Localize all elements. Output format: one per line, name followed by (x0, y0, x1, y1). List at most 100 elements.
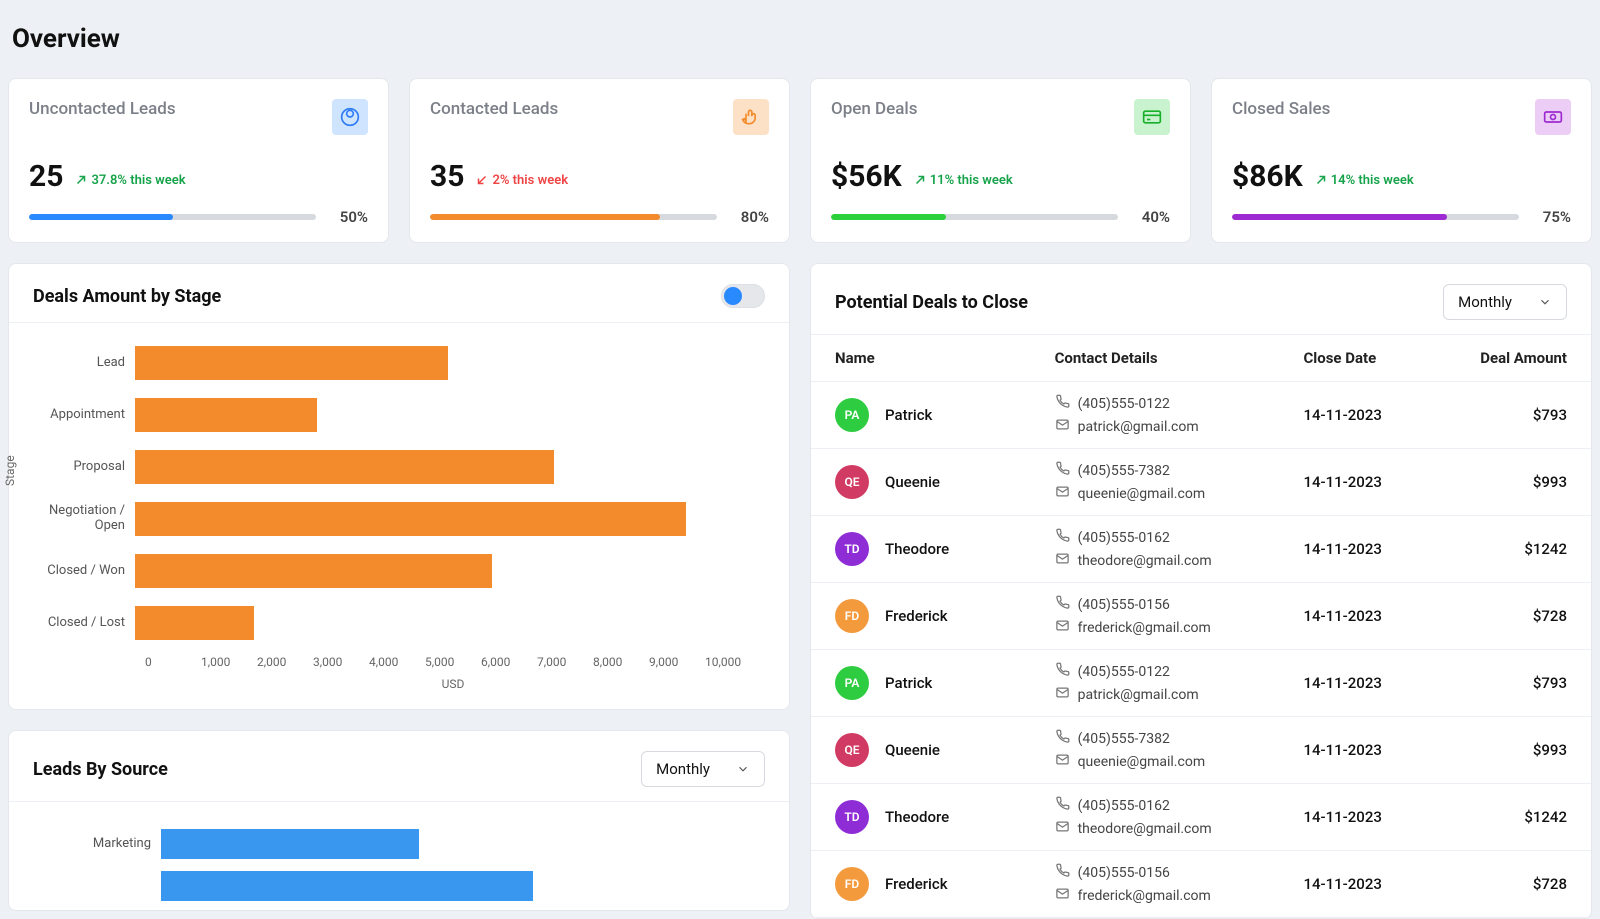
card-icon (1134, 99, 1170, 135)
phone-text: (405)555-7382 (1078, 731, 1170, 747)
close-date: 14-11-2023 (1303, 406, 1435, 424)
metric-card-contacted[interactable]: Contacted Leads 35 2% this week 80% (409, 78, 790, 243)
email-text: patrick@gmail.com (1078, 419, 1199, 435)
x-tick: 10,000 (705, 655, 761, 669)
x-axis: 01,0002,0003,0004,0005,0006,0007,0008,00… (145, 655, 761, 669)
table-row[interactable]: QE Queenie (405)555-7382 queenie@gmail.c… (811, 717, 1591, 784)
metric-value: $86K (1232, 159, 1303, 194)
metric-label: Contacted Leads (430, 99, 558, 119)
progress-bar (831, 214, 1118, 220)
close-date: 14-11-2023 (1303, 607, 1435, 625)
phone-icon (1055, 595, 1070, 614)
metric-card-uncontacted[interactable]: Uncontacted Leads 25 37.8% this week 50% (8, 78, 389, 243)
table-row[interactable]: FD Frederick (405)555-0156 frederick@gma… (811, 851, 1591, 918)
x-tick: 7,000 (537, 655, 593, 669)
chart-bar-row: Appointment (21, 395, 761, 435)
x-tick: 3,000 (313, 655, 369, 669)
cash-icon (1535, 99, 1571, 135)
bar-label: Marketing (21, 837, 161, 852)
contact-cell: (405)555-0162 theodore@gmail.com (1055, 796, 1304, 838)
metric-delta: 14% this week (1315, 173, 1414, 188)
potential-deals-panel: Potential Deals to Close Monthly Name Co… (810, 263, 1592, 919)
metric-value: 35 (430, 159, 464, 194)
bar-label: Closed / Lost (21, 616, 135, 631)
deals-by-stage-panel: Deals Amount by Stage Stage Lead Appoint… (8, 263, 790, 710)
chart-bar-row: Closed / Won (21, 551, 761, 591)
potential-deals-table: Name Contact Details Close Date Deal Amo… (811, 335, 1591, 918)
deal-name: Frederick (885, 607, 948, 625)
dropdown-label: Monthly (656, 760, 710, 778)
mail-icon (1055, 819, 1070, 838)
bar-fill (135, 346, 448, 380)
mail-icon (1055, 752, 1070, 771)
metric-card-open_deals[interactable]: Open Deals $56K 11% this week 40% (810, 78, 1191, 243)
contact-cell: (405)555-0156 frederick@gmail.com (1055, 863, 1304, 905)
x-tick: 6,000 (481, 655, 537, 669)
table-row[interactable]: PA Patrick (405)555-0122 patrick@gmail.c… (811, 382, 1591, 449)
phone-icon (1055, 863, 1070, 882)
close-date: 14-11-2023 (1303, 741, 1435, 759)
avatar: FD (835, 867, 869, 901)
chart-bar-row: Marketing (21, 826, 761, 862)
potential-deals-dropdown[interactable]: Monthly (1443, 284, 1567, 320)
metric-card-closed_sales[interactable]: Closed Sales $86K 14% this week 75% (1211, 78, 1592, 243)
email-text: patrick@gmail.com (1078, 687, 1199, 703)
phone-icon (1055, 729, 1070, 748)
phone-icon (1055, 662, 1070, 681)
bar-fill (135, 398, 317, 432)
phone-text: (405)555-0122 (1078, 664, 1170, 680)
bar-fill (161, 871, 533, 901)
email-text: theodore@gmail.com (1078, 821, 1212, 837)
contact-cell: (405)555-7382 queenie@gmail.com (1055, 461, 1304, 503)
bar-label: Negotiation / Open (21, 504, 135, 534)
leads-by-source-dropdown[interactable]: Monthly (641, 751, 765, 787)
metric-value: 25 (29, 159, 63, 194)
leads-by-source-title: Leads By Source (33, 759, 168, 780)
progress-bar (1232, 214, 1519, 220)
dropdown-label: Monthly (1458, 293, 1512, 311)
deal-name: Frederick (885, 875, 948, 893)
table-row[interactable]: QE Queenie (405)555-7382 queenie@gmail.c… (811, 449, 1591, 516)
email-text: queenie@gmail.com (1078, 486, 1206, 502)
table-row[interactable]: PA Patrick (405)555-0122 patrick@gmail.c… (811, 650, 1591, 717)
avatar: QE (835, 465, 869, 499)
deals-by-stage-chart: Stage Lead Appointment Proposal Negotiat… (9, 323, 789, 709)
deal-amount: $728 (1435, 607, 1567, 625)
deals-by-stage-toggle[interactable] (721, 284, 765, 308)
chart-bar-row: Lead (21, 343, 761, 383)
bar-label: Lead (21, 356, 135, 371)
page-title: Overview (12, 24, 1592, 54)
th-contact: Contact Details (1055, 349, 1304, 367)
email-text: frederick@gmail.com (1078, 620, 1211, 636)
phone-icon (1055, 528, 1070, 547)
chart-bar-row: Negotiation / Open (21, 499, 761, 539)
deals-by-stage-title: Deals Amount by Stage (33, 286, 221, 307)
deal-name: Queenie (885, 741, 940, 759)
chevron-down-icon (736, 762, 750, 776)
leads-by-source-chart: Marketing (9, 802, 789, 904)
progress-pct: 40% (1132, 208, 1170, 226)
x-tick: 2,000 (257, 655, 313, 669)
metric-delta: 37.8% this week (75, 173, 185, 188)
email-text: queenie@gmail.com (1078, 754, 1206, 770)
contact-cell: (405)555-7382 queenie@gmail.com (1055, 729, 1304, 771)
mail-icon (1055, 417, 1070, 436)
deal-name: Patrick (885, 406, 932, 424)
x-axis-label: USD (145, 677, 761, 691)
progress-bar (430, 214, 717, 220)
deal-name: Queenie (885, 473, 940, 491)
bar-label: Appointment (21, 408, 135, 423)
x-tick: 0 (145, 655, 201, 669)
chevron-down-icon (1538, 295, 1552, 309)
th-name: Name (835, 349, 1055, 367)
deal-amount: $993 (1435, 741, 1567, 759)
y-axis-label: Stage (3, 455, 17, 486)
table-row[interactable]: TD Theodore (405)555-0162 theodore@gmail… (811, 784, 1591, 851)
deal-name: Theodore (885, 540, 949, 558)
contact-cell: (405)555-0122 patrick@gmail.com (1055, 662, 1304, 704)
metric-label: Closed Sales (1232, 99, 1330, 119)
x-tick: 8,000 (593, 655, 649, 669)
metric-label: Uncontacted Leads (29, 99, 176, 119)
table-row[interactable]: FD Frederick (405)555-0156 frederick@gma… (811, 583, 1591, 650)
table-row[interactable]: TD Theodore (405)555-0162 theodore@gmail… (811, 516, 1591, 583)
